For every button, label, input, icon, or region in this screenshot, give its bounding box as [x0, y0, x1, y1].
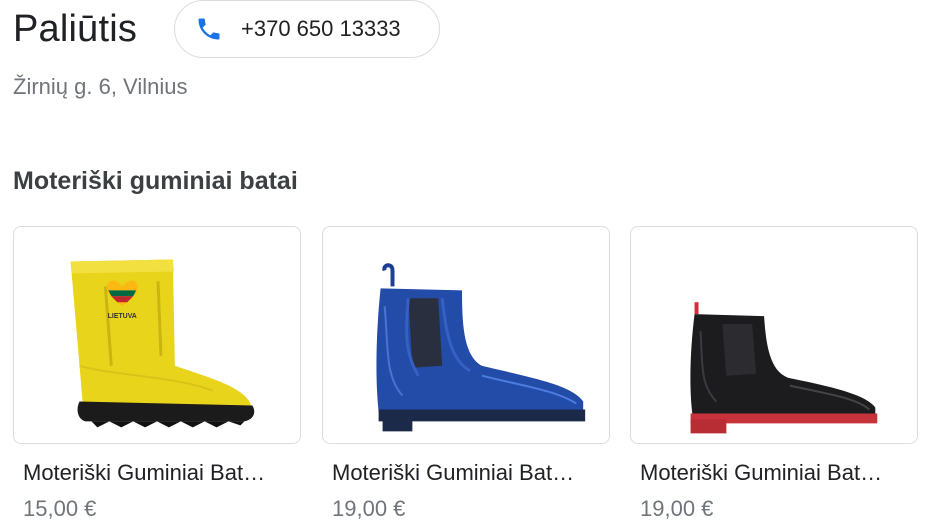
product-image[interactable]: LIETUVA: [13, 226, 301, 444]
phone-icon: [195, 15, 223, 43]
product-image[interactable]: [630, 226, 918, 444]
product-title[interactable]: Moteriški Guminiai Bat…: [23, 460, 301, 486]
product-card[interactable]: Moteriški Guminiai Bat… 19,00 €: [322, 226, 610, 522]
product-image[interactable]: [322, 226, 610, 444]
phone-number: +370 650 13333: [241, 16, 401, 41]
yellow-rubber-boot-image: LIETUVA: [70, 259, 255, 428]
shop-name: Paliūtis: [13, 8, 138, 50]
boot-badge-text: LIETUVA: [108, 313, 137, 320]
product-card[interactable]: Moteriški Guminiai Bat… 19,00 €: [630, 226, 918, 522]
product-price: 19,00 €: [332, 496, 406, 521]
product-price: 19,00 €: [640, 496, 714, 521]
shop-address: Žirnių g. 6, Vilnius: [13, 74, 188, 99]
product-price: 15,00 €: [23, 496, 97, 521]
local-shop-panel: Paliūtis +370 650 13333 Žirnių g. 6, Vil…: [0, 0, 928, 529]
product-title[interactable]: Moteriški Guminiai Bat…: [640, 460, 918, 486]
product-title[interactable]: Moteriški Guminiai Bat…: [332, 460, 610, 486]
product-card[interactable]: LIETUVA Moteriški Guminiai Bat… 15,00 €: [13, 226, 301, 522]
blue-chelsea-boot-image: [376, 263, 586, 432]
call-button[interactable]: +370 650 13333: [174, 0, 440, 58]
black-chelsea-boot-image: [690, 302, 878, 434]
section-title: Moteriški guminiai batai: [13, 167, 298, 195]
